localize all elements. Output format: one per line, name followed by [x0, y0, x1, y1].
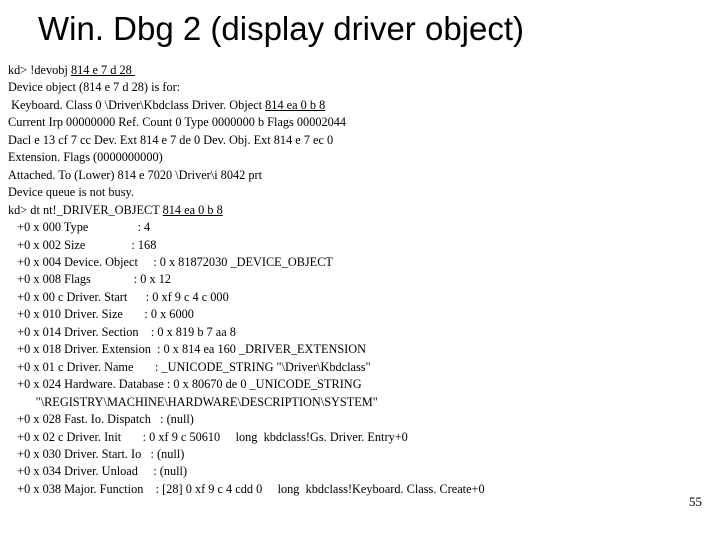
page-number: 55 — [689, 494, 702, 510]
line-15: +0 x 014 Driver. Section : 0 x 819 b 7 a… — [8, 325, 236, 339]
slide-body: kd> !devobj 814 e 7 d 28 Device object (… — [0, 48, 720, 498]
line-00a: kd> !devobj — [8, 63, 71, 77]
line-21: +0 x 02 c Driver. Init : 0 xf 9 c 50610 … — [8, 430, 408, 444]
line-20: +0 x 028 Fast. Io. Dispatch : (null) — [8, 412, 194, 426]
line-05: Extension. Flags (0000000000) — [8, 150, 163, 164]
driver-object-addr-1: 814 ea 0 b 8 — [265, 98, 325, 112]
line-19: "\REGISTRY\MACHINE\HARDWARE\DESCRIPTION\… — [8, 395, 378, 409]
line-03: Current Irp 00000000 Ref. Count 0 Type 0… — [8, 115, 346, 129]
line-06: Attached. To (Lower) 814 e 7020 \Driver\… — [8, 168, 262, 182]
line-08a: kd> dt nt!_DRIVER_OBJECT — [8, 203, 163, 217]
line-17: +0 x 01 c Driver. Name : _UNICODE_STRING… — [8, 360, 371, 374]
line-09: +0 x 000 Type : 4 — [8, 220, 150, 234]
line-07: Device queue is not busy. — [8, 185, 134, 199]
driver-object-addr-2: 814 ea 0 b 8 — [163, 203, 223, 217]
line-10: +0 x 002 Size : 168 — [8, 238, 156, 252]
line-12: +0 x 008 Flags : 0 x 12 — [8, 272, 171, 286]
line-23: +0 x 034 Driver. Unload : (null) — [8, 464, 187, 478]
line-01: Device object (814 e 7 d 28) is for: — [8, 80, 180, 94]
slide: Win. Dbg 2 (display driver object) kd> !… — [0, 0, 720, 540]
slide-title: Win. Dbg 2 (display driver object) — [0, 0, 720, 48]
line-24: +0 x 038 Major. Function : [28] 0 xf 9 c… — [8, 482, 485, 496]
devobj-addr: 814 e 7 d 28 — [71, 63, 135, 77]
line-02a: Keyboard. Class 0 \Driver\Kbdclass Drive… — [8, 98, 265, 112]
line-11: +0 x 004 Device. Object : 0 x 81872030 _… — [8, 255, 333, 269]
line-16: +0 x 018 Driver. Extension : 0 x 814 ea … — [8, 342, 366, 356]
line-13: +0 x 00 c Driver. Start : 0 xf 9 c 4 c 0… — [8, 290, 229, 304]
line-22: +0 x 030 Driver. Start. Io : (null) — [8, 447, 184, 461]
line-18: +0 x 024 Hardware. Database : 0 x 80670 … — [8, 377, 362, 391]
line-14: +0 x 010 Driver. Size : 0 x 6000 — [8, 307, 194, 321]
line-04: Dacl e 13 cf 7 cc Dev. Ext 814 e 7 de 0 … — [8, 133, 333, 147]
